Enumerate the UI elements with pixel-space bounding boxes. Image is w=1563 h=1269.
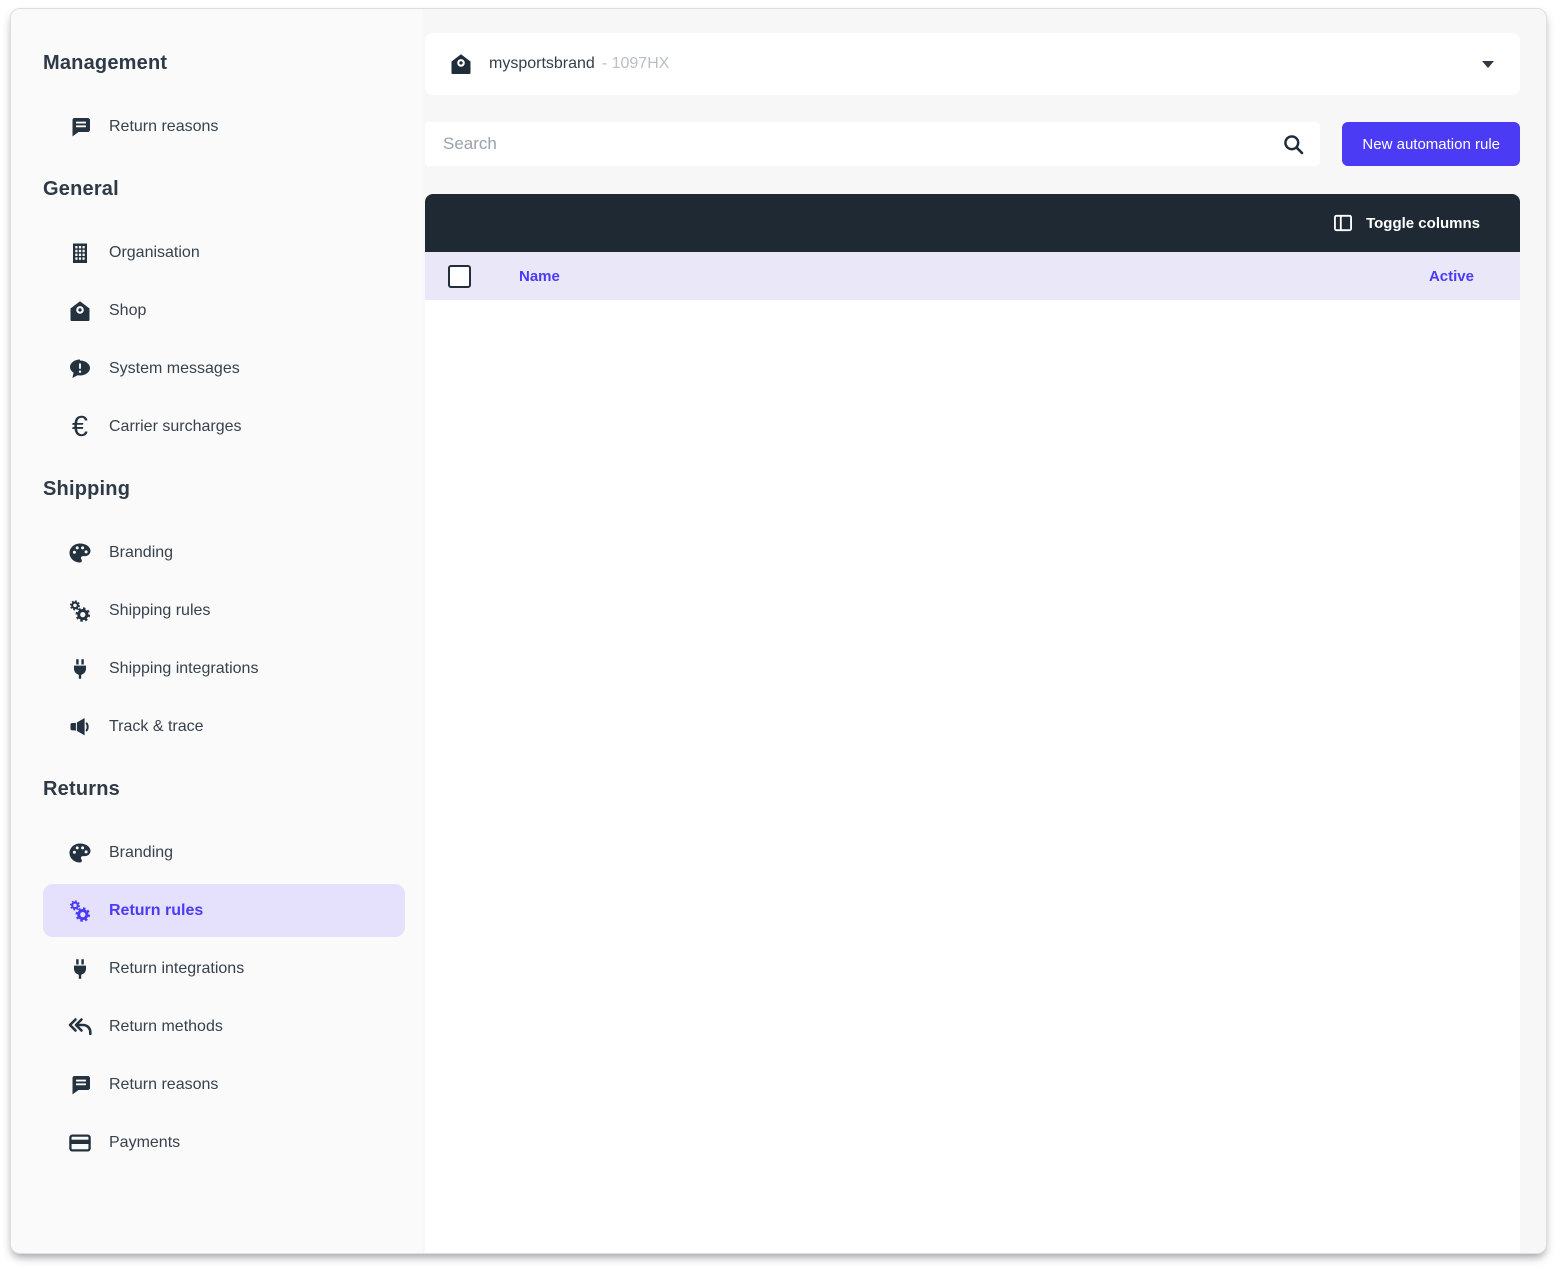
sidebar-item-label: Shipping integrations (109, 659, 259, 677)
reply-all-icon (67, 1015, 93, 1039)
sidebar-item-shop[interactable]: Shop (43, 284, 405, 337)
credit-card-icon (67, 1131, 93, 1155)
plug-icon (67, 957, 93, 981)
section-heading-returns: Returns (43, 778, 120, 800)
table-body-empty (425, 300, 1520, 1253)
sidebar-item-label: Organisation (109, 243, 200, 261)
palette-icon (67, 541, 93, 565)
columns-icon (1332, 212, 1354, 234)
gears-icon (67, 898, 93, 924)
shop-selector-dropdown[interactable]: mysportsbrand - 1097HX (425, 33, 1520, 95)
new-automation-rule-button[interactable]: New automation rule (1342, 122, 1520, 166)
sidebar-item-label: Branding (109, 843, 174, 861)
sidebar-item-return-reasons[interactable]: Return reasons (43, 100, 405, 153)
shop-name: mysportsbrand (489, 55, 595, 72)
sidebar-item-carrier-surcharges[interactable]: € Carrier surcharges (43, 400, 405, 453)
table-toolbar: Toggle columns (425, 194, 1520, 252)
sidebar-item-return-rules[interactable]: Return rules (43, 884, 405, 937)
sidebar-item-label: Return methods (109, 1017, 223, 1035)
select-all-checkbox[interactable] (448, 264, 471, 288)
sidebar-item-label: Return reasons (109, 1075, 219, 1093)
sidebar-item-label: Return integrations (109, 959, 245, 977)
sidebar-item-shipping-integrations[interactable]: Shipping integrations (43, 642, 405, 695)
column-header-active[interactable]: Active (1429, 268, 1474, 285)
sidebar-item-label: Carrier surcharges (109, 417, 242, 435)
comment-exclamation-icon (67, 357, 93, 381)
sidebar-item-system-messages[interactable]: System messages (43, 342, 405, 395)
toggle-columns-label: Toggle columns (1366, 214, 1480, 232)
section-heading-general: General (43, 178, 119, 200)
sidebar-item-label: Branding (109, 543, 174, 561)
sidebar-item-label: Return rules (109, 901, 204, 919)
palette-icon (67, 841, 93, 865)
sidebar-item-shipping-rules[interactable]: Shipping rules (43, 584, 405, 637)
sidebar-item-label: Track & trace (109, 717, 204, 735)
search-input[interactable] (441, 133, 1282, 155)
sidebar-item-return-integrations[interactable]: Return integrations (43, 942, 405, 995)
sidebar-item-label: Shipping rules (109, 601, 211, 619)
comment-lines-icon (67, 115, 93, 139)
search-box (425, 122, 1321, 166)
sidebar-item-label: Return reasons (109, 117, 219, 135)
automation-rules-table: Toggle columns Name Active (425, 194, 1520, 1253)
sidebar-item-label: Shop (109, 301, 147, 319)
toolbar-row: New automation rule (425, 122, 1520, 166)
plug-icon (67, 657, 93, 681)
megaphone-icon (67, 715, 93, 739)
sidebar-item-payments[interactable]: Payments (43, 1116, 405, 1169)
section-heading-shipping: Shipping (43, 478, 131, 500)
sidebar-item-return-methods[interactable]: Return methods (43, 1000, 405, 1053)
table-header-row: Name Active (425, 252, 1520, 300)
sidebar-item-return-reasons[interactable]: Return reasons (43, 1058, 405, 1111)
section-heading-management: Management (43, 52, 168, 74)
shop-icon (449, 52, 473, 76)
shop-code: - 1097HX (601, 55, 670, 72)
column-header-name[interactable]: Name (519, 268, 1429, 285)
toggle-columns-button[interactable]: Toggle columns (1332, 212, 1480, 234)
shop-icon (67, 299, 93, 323)
sidebar-item-branding[interactable]: Branding (43, 526, 405, 579)
sidebar-item-label: Payments (109, 1133, 181, 1151)
caret-down-icon (1482, 60, 1494, 68)
sidebar-item-organisation[interactable]: Organisation (43, 226, 405, 279)
sidebar-item-track-trace[interactable]: Track & trace (43, 700, 405, 753)
search-icon[interactable] (1281, 132, 1306, 157)
euro-icon: € (71, 410, 89, 443)
sidebar: Management Return reasons General Organisat… (11, 9, 423, 1253)
gears-icon (67, 598, 93, 624)
building-icon (67, 241, 93, 265)
main-content: mysportsbrand - 1097HX New automation ru… (423, 9, 1546, 1253)
app-window: Management Return reasons General Organisat… (10, 8, 1547, 1254)
comment-lines-icon (67, 1073, 93, 1097)
sidebar-item-label: System messages (109, 359, 240, 377)
sidebar-item-branding[interactable]: Branding (43, 826, 405, 879)
